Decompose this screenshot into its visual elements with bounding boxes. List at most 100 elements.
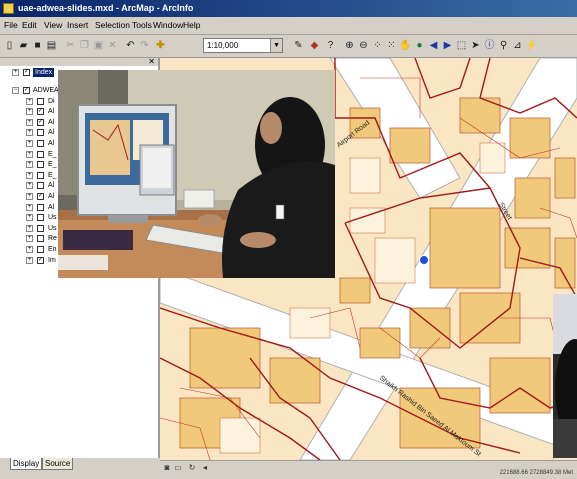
expand-toggle-icon[interactable]: +	[26, 108, 33, 116]
identify-icon[interactable]: ⓘ	[483, 39, 496, 52]
layer-name: Di	[48, 97, 55, 105]
data-view-icon[interactable]: ◙	[162, 463, 172, 473]
tab-display[interactable]: Display	[10, 458, 43, 470]
menu-selection[interactable]: Selection	[95, 20, 130, 30]
layer-name: Index	[33, 68, 55, 77]
close-icon[interactable]: ✕	[148, 57, 155, 66]
layer-visibility-checkbox[interactable]	[37, 161, 44, 169]
print-icon[interactable]: ▤	[45, 39, 58, 52]
menu-bar: File Edit View Insert Selection Tools Wi…	[0, 18, 577, 35]
pause-drawing-icon[interactable]: ◂	[200, 463, 210, 473]
menu-window[interactable]: Window	[153, 20, 183, 30]
workstation-photo-image	[58, 70, 335, 278]
expand-toggle-icon[interactable]: +	[26, 246, 33, 253]
fixed-zoom-out-icon[interactable]: ⁙	[385, 39, 398, 52]
layer-visibility-checkbox[interactable]	[37, 235, 44, 243]
layer-visibility-checkbox[interactable]	[37, 97, 44, 105]
layer-visibility-checkbox[interactable]	[37, 246, 44, 253]
editor-icon[interactable]: ✎	[292, 39, 305, 52]
undo-icon[interactable]: ↶	[124, 39, 137, 52]
fixed-zoom-in-icon[interactable]: ⁘	[371, 39, 384, 52]
layer-visibility-checkbox[interactable]: ✓	[37, 108, 44, 116]
layer-visibility-checkbox[interactable]	[37, 214, 44, 222]
layer-visibility-checkbox[interactable]	[37, 224, 44, 232]
expand-toggle-icon[interactable]: +	[26, 256, 33, 264]
forward-extent-icon[interactable]: ▶	[441, 39, 454, 52]
expand-toggle-icon[interactable]: +	[26, 214, 33, 222]
layer-visibility-checkbox[interactable]	[37, 171, 44, 179]
zoom-in-icon[interactable]: ⊕	[343, 39, 356, 52]
layer-name: Us	[48, 214, 57, 222]
expand-toggle-icon[interactable]: +	[26, 150, 33, 158]
layer-visibility-checkbox[interactable]	[37, 182, 44, 190]
expand-toggle-icon[interactable]: +	[26, 118, 33, 126]
full-extent-icon[interactable]: ●	[413, 39, 426, 52]
layer-name: Al	[48, 118, 55, 126]
layer-name: Al	[48, 193, 55, 200]
layer-name: Us	[48, 224, 57, 232]
hyperlink-icon[interactable]: ⚡	[525, 39, 538, 52]
arcmap-app-icon	[3, 3, 14, 14]
layer-visibility-checkbox[interactable]	[37, 150, 44, 158]
open-icon[interactable]: ▰	[17, 39, 30, 52]
refresh-icon[interactable]: ↻	[187, 463, 197, 473]
layer-visibility-checkbox[interactable]: ✓	[37, 118, 44, 126]
copy-icon[interactable]: ❐	[78, 39, 91, 52]
layer-visibility-checkbox[interactable]	[37, 140, 44, 147]
tab-source[interactable]: Source	[42, 458, 74, 470]
menu-edit[interactable]: Edit	[22, 20, 37, 30]
menu-view[interactable]: View	[44, 20, 62, 30]
expand-toggle-icon[interactable]: +	[26, 171, 33, 179]
chevron-down-icon[interactable]: ▼	[270, 39, 282, 52]
menu-help[interactable]: Help	[183, 20, 200, 30]
toc-header: ✕	[0, 57, 158, 66]
measure-icon[interactable]: ⊿	[511, 39, 524, 52]
expand-toggle-icon[interactable]: +	[26, 129, 33, 137]
add-data-icon[interactable]: ✚	[154, 39, 167, 52]
expand-toggle-icon[interactable]: +	[26, 193, 33, 200]
layer-visibility-checkbox[interactable]: ✓	[37, 193, 44, 200]
whats-this-icon[interactable]: ?	[324, 39, 337, 52]
redo-icon[interactable]: ↷	[138, 39, 151, 52]
arc-toolbox-icon[interactable]: ◆	[308, 39, 321, 52]
expand-toggle-icon[interactable]: +	[26, 161, 33, 169]
layer-name: Al	[48, 129, 55, 137]
layer-visibility-checkbox[interactable]: ✓	[23, 87, 30, 94]
layer-name: Al	[48, 140, 55, 147]
map-scale-combo[interactable]: 1:10,000 ▼	[203, 38, 283, 53]
pan-icon[interactable]: ✋	[399, 39, 412, 52]
select-elements-icon[interactable]: ➤	[469, 39, 482, 52]
back-extent-icon[interactable]: ◀	[427, 39, 440, 52]
menu-tools[interactable]: Tools	[132, 20, 152, 30]
layer-name: ADWEA	[33, 87, 59, 94]
expand-toggle-icon[interactable]: +	[26, 140, 33, 147]
expand-toggle-icon[interactable]: +	[26, 97, 33, 105]
title-bar: uae-adwea-slides.mxd - ArcMap - ArcInfo	[0, 0, 577, 17]
layer-visibility-checkbox[interactable]	[37, 129, 44, 137]
menu-insert[interactable]: Insert	[67, 20, 88, 30]
expand-toggle-icon[interactable]: +	[26, 224, 33, 232]
layer-visibility-checkbox[interactable]: ✓	[23, 69, 30, 76]
expand-toggle-icon[interactable]: +	[26, 235, 33, 243]
layer-name: Al	[48, 108, 55, 116]
save-icon[interactable]: ■	[31, 39, 44, 52]
delete-icon[interactable]: ✕	[106, 39, 119, 52]
zoom-out-icon[interactable]: ⊖	[357, 39, 370, 52]
menu-file[interactable]: File	[4, 20, 18, 30]
expand-toggle-icon[interactable]: −	[12, 87, 19, 94]
paste-icon[interactable]: ▣	[92, 39, 105, 52]
layer-name: Im	[48, 256, 56, 264]
standard-toolbar: ▯ ▰ ■ ▤ ✂ ❐ ▣ ✕ ↶ ↷ ✚ 1:10,000 ▼ ✎ ◆ ? ⊕…	[0, 35, 577, 58]
new-icon[interactable]: ▯	[3, 39, 16, 52]
layer-visibility-checkbox[interactable]	[37, 203, 44, 211]
cut-icon[interactable]: ✂	[64, 39, 77, 52]
expand-toggle-icon[interactable]: +	[26, 182, 33, 190]
select-features-icon[interactable]: ⬚	[455, 39, 468, 52]
layer-name: Al	[48, 182, 55, 190]
expand-toggle-icon[interactable]: +	[26, 203, 33, 211]
layer-visibility-checkbox[interactable]: ✓	[37, 256, 44, 264]
expand-toggle-icon[interactable]: +	[12, 69, 19, 76]
window-title: uae-adwea-slides.mxd - ArcMap - ArcInfo	[18, 3, 194, 13]
layout-view-icon[interactable]: ▭	[173, 463, 183, 473]
find-icon[interactable]: ⚲	[497, 39, 510, 52]
